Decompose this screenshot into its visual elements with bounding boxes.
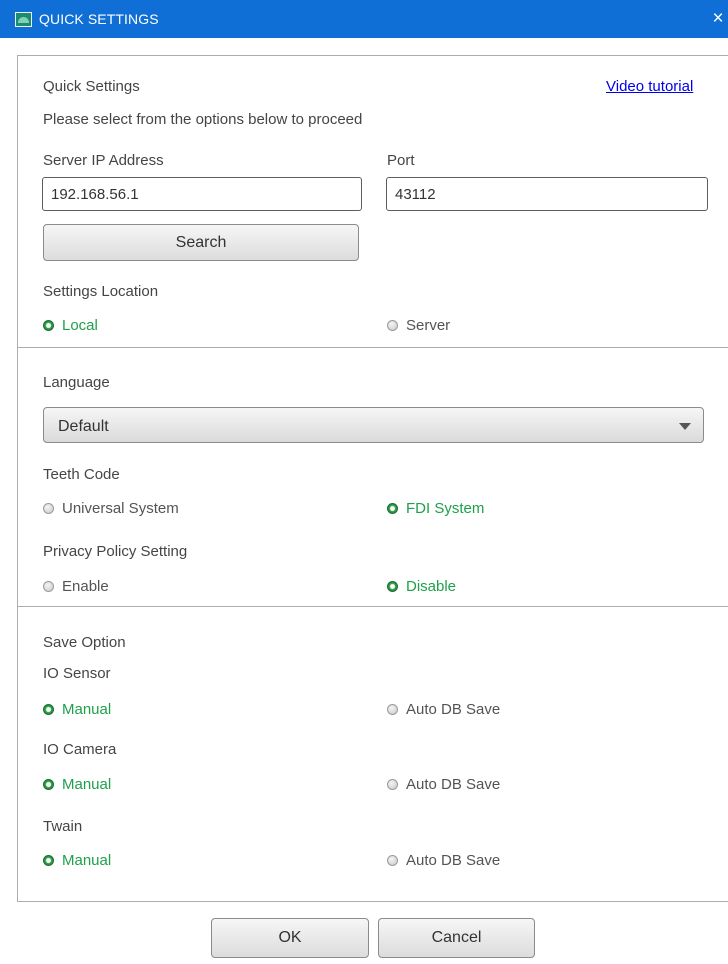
ok-button[interactable]: OK bbox=[211, 918, 369, 958]
radio-selected-icon bbox=[43, 854, 54, 866]
server-radio-label: Server bbox=[406, 316, 451, 334]
fdi-system-radio[interactable]: FDI System bbox=[387, 497, 484, 519]
io-sensor-label: IO Sensor bbox=[43, 665, 111, 682]
radio-unselected-icon bbox=[43, 580, 54, 592]
server-ip-input[interactable] bbox=[42, 177, 362, 211]
radio-unselected-icon bbox=[387, 854, 398, 866]
universal-system-label: Universal System bbox=[62, 499, 179, 517]
language-select[interactable]: Default bbox=[43, 407, 704, 443]
radio-unselected-icon bbox=[387, 319, 398, 331]
radio-selected-icon bbox=[43, 778, 54, 790]
fdi-system-label: FDI System bbox=[406, 499, 485, 517]
io-camera-manual-label: Manual bbox=[62, 775, 112, 793]
language-selected-value: Default bbox=[58, 418, 109, 435]
save-option-label: Save Option bbox=[43, 634, 126, 651]
radio-selected-icon bbox=[43, 703, 54, 715]
radio-unselected-icon bbox=[387, 703, 398, 715]
cancel-button[interactable]: Cancel bbox=[378, 918, 535, 958]
io-sensor-manual-radio[interactable]: Manual bbox=[43, 698, 111, 720]
app-icon bbox=[15, 12, 32, 27]
port-label: Port bbox=[387, 152, 415, 169]
twain-auto-db-save-label: Auto DB Save bbox=[406, 851, 501, 869]
radio-unselected-icon bbox=[387, 778, 398, 790]
server-ip-label: Server IP Address bbox=[43, 152, 164, 169]
radio-selected-icon bbox=[387, 502, 398, 514]
dropdown-arrow-icon bbox=[679, 423, 691, 430]
video-tutorial-link[interactable]: Video tutorial bbox=[606, 78, 693, 95]
radio-selected-icon bbox=[387, 580, 398, 592]
privacy-enable-label: Enable bbox=[62, 577, 109, 595]
search-button[interactable]: Search bbox=[43, 224, 359, 261]
twain-manual-radio[interactable]: Manual bbox=[43, 849, 111, 871]
close-icon[interactable]: × bbox=[708, 5, 728, 33]
io-camera-label: IO Camera bbox=[43, 741, 117, 758]
privacy-disable-radio[interactable]: Disable bbox=[387, 575, 456, 597]
io-sensor-auto-db-save-label: Auto DB Save bbox=[406, 700, 501, 718]
title-bar: QUICK SETTINGS × bbox=[0, 0, 728, 38]
divider bbox=[18, 606, 728, 607]
io-camera-auto-db-save-label: Auto DB Save bbox=[406, 775, 501, 793]
settings-location-label: Settings Location bbox=[43, 283, 159, 300]
twain-manual-label: Manual bbox=[62, 851, 112, 869]
language-label: Language bbox=[43, 374, 110, 391]
radio-unselected-icon bbox=[43, 502, 54, 514]
radio-selected-icon bbox=[43, 319, 54, 331]
window-title: QUICK SETTINGS bbox=[39, 11, 159, 27]
local-radio-label: Local bbox=[62, 316, 98, 334]
universal-system-radio[interactable]: Universal System bbox=[43, 497, 179, 519]
io-sensor-manual-label: Manual bbox=[62, 700, 112, 718]
teeth-code-label: Teeth Code bbox=[43, 466, 120, 483]
divider bbox=[18, 347, 728, 348]
privacy-enable-radio[interactable]: Enable bbox=[43, 575, 109, 597]
instructions-text: Please select from the options below to … bbox=[43, 111, 363, 128]
server-radio[interactable]: Server bbox=[387, 314, 450, 336]
io-sensor-auto-db-save-radio[interactable]: Auto DB Save bbox=[387, 698, 500, 720]
local-radio[interactable]: Local bbox=[43, 314, 98, 336]
twain-label: Twain bbox=[43, 818, 83, 835]
io-camera-manual-radio[interactable]: Manual bbox=[43, 773, 111, 795]
privacy-disable-label: Disable bbox=[406, 577, 457, 595]
section-title: Quick Settings bbox=[43, 78, 140, 95]
io-camera-auto-db-save-radio[interactable]: Auto DB Save bbox=[387, 773, 500, 795]
privacy-policy-label: Privacy Policy Setting bbox=[43, 543, 188, 560]
port-input[interactable] bbox=[386, 177, 708, 211]
twain-auto-db-save-radio[interactable]: Auto DB Save bbox=[387, 849, 500, 871]
